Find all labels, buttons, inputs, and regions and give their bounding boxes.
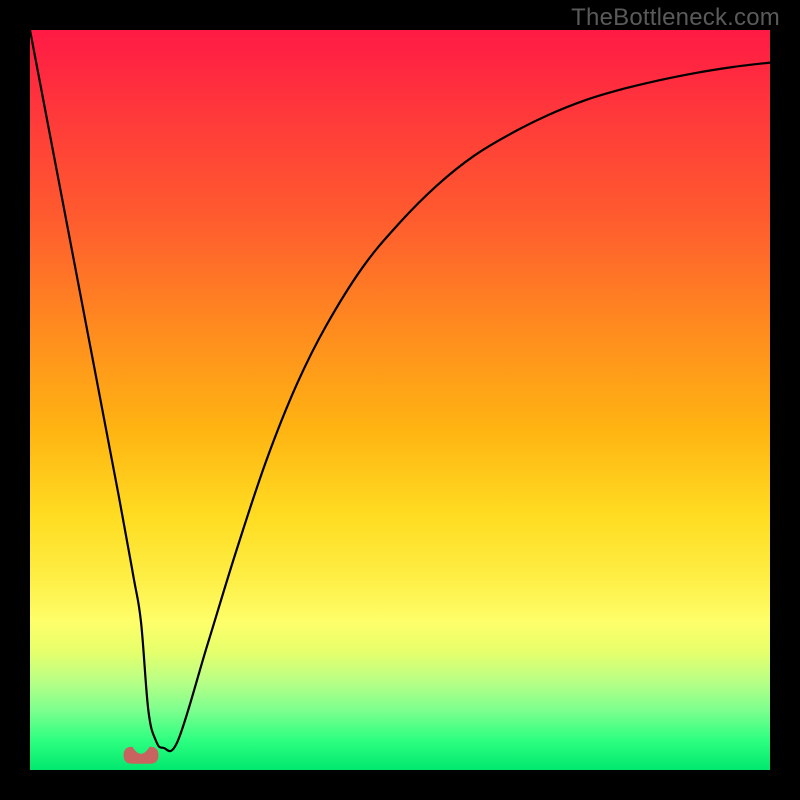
chart-frame: TheBottleneck.com [0,0,800,800]
curve-path [30,30,770,751]
chart-svg [30,30,770,770]
highlight-blob [124,747,158,763]
watermark-text: TheBottleneck.com [571,4,780,32]
plot-area [30,30,770,770]
